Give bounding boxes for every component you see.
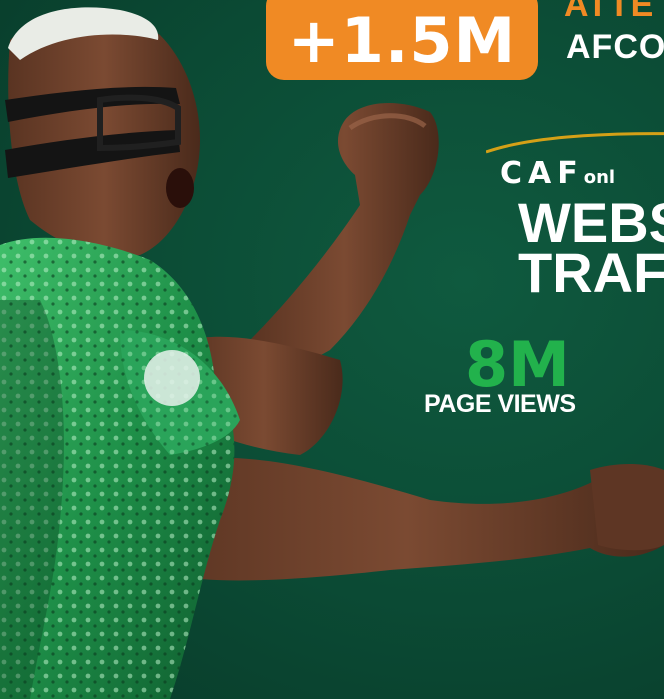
title-line-2: TRAFF: [518, 241, 664, 304]
logo-suffix-text: onl: [583, 167, 616, 188]
headline-white: AFCO: [566, 28, 664, 66]
page-views-label: PAGE VIEWS: [424, 390, 576, 418]
headline-orange: ATTE: [564, 0, 655, 24]
audience-stat-badge: +1.5M: [266, 0, 538, 80]
logo-main-text: CAF: [500, 156, 584, 191]
infographic-poster: +1.5M ATTE AFCO CAFonl WEBS TRAFF 8M PAG…: [0, 0, 664, 699]
caf-online-logo: CAFonl: [500, 156, 615, 191]
swoosh-divider-icon: [486, 132, 664, 154]
section-title: WEBS TRAFF: [518, 195, 664, 304]
badge-value: +1.5M: [287, 3, 517, 77]
